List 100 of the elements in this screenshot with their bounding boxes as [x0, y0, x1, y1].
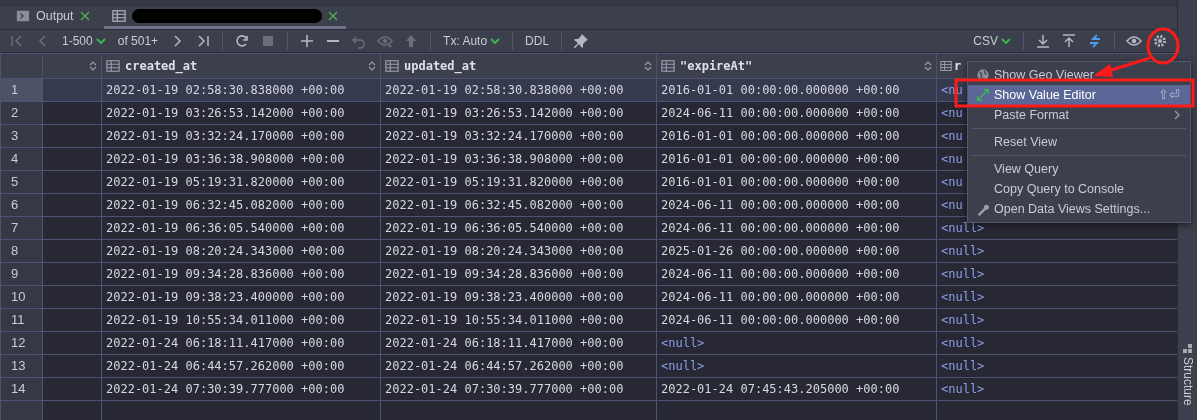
table-cell: 2024-06-11 00:00:00.000000 +00:00	[661, 289, 900, 304]
table-cell: <null>	[661, 335, 705, 350]
close-icon[interactable]	[327, 11, 338, 22]
table-cell: <nu	[941, 174, 963, 189]
row-number[interactable]: 4	[11, 151, 19, 166]
table-icon	[661, 58, 675, 73]
table-icon	[111, 9, 126, 24]
upload-icon	[1061, 32, 1077, 49]
row-number[interactable]: 1	[11, 82, 19, 97]
table-cell: 2022-01-19 09:38:23.400000 +00:00	[385, 289, 624, 304]
table-cell: 2022-01-24 06:18:11.417000 +00:00	[385, 335, 624, 350]
table-cell: 2022-01-24 07:30:39.777000 +00:00	[385, 381, 624, 396]
format-dropdown[interactable]: CSV	[967, 31, 1017, 50]
table-cell: 2025-01-26 00:00:00.000000 +00:00	[661, 243, 900, 258]
compare-icon	[1087, 32, 1103, 49]
first-page-icon	[9, 32, 25, 49]
table-cell: 2022-01-19 03:36:38.908000 +00:00	[385, 151, 624, 166]
table-cell: <null>	[941, 266, 985, 281]
table-cell: 2022-01-19 05:19:31.820000 +00:00	[106, 174, 345, 189]
sort-icon[interactable]	[89, 60, 97, 73]
column-header[interactable]: updated_at	[404, 56, 477, 75]
column-header[interactable]: "expireAt"	[680, 56, 753, 75]
sort-icon[interactable]	[368, 59, 376, 72]
structure-tab[interactable]: Structure	[1178, 357, 1197, 406]
page-range-dropdown[interactable]: 1-500	[56, 31, 112, 50]
table-cell: 2022-01-19 08:20:24.343000 +00:00	[385, 243, 624, 258]
sort-icon[interactable]	[644, 59, 652, 72]
table-cell: 2022-01-24 07:30:39.777000 +00:00	[106, 381, 345, 396]
row-number[interactable]: 8	[11, 243, 19, 258]
table-cell: <null>	[661, 358, 705, 373]
pin-icon	[573, 32, 590, 49]
table-cell: 2022-01-19 09:34:28.836000 +00:00	[106, 266, 345, 281]
table-cell: 2016-01-01 00:00:00.000000 +00:00	[661, 174, 900, 189]
console-icon	[16, 9, 30, 24]
table-cell: 2024-06-11 00:00:00.000000 +00:00	[661, 312, 900, 327]
globe-icon	[976, 68, 990, 82]
tab[interactable]	[103, 7, 346, 29]
ddl-button[interactable]: DDL	[519, 31, 556, 50]
table-cell: 2024-06-11 00:00:00.000000 +00:00	[661, 197, 900, 212]
caret-icon	[1001, 36, 1011, 45]
structure-icon	[1183, 344, 1192, 354]
table-cell: 2016-01-01 00:00:00.000000 +00:00	[661, 128, 900, 143]
settings-icon	[1152, 32, 1168, 49]
table-cell: 2022-01-19 09:34:28.836000 +00:00	[385, 266, 624, 281]
menu-item[interactable]: Open Data Views Settings...	[968, 199, 1190, 219]
row-number[interactable]: 5	[11, 174, 19, 189]
table-cell: 2022-01-24 06:44:57.262000 +00:00	[106, 358, 345, 373]
add-row-icon	[299, 32, 316, 49]
table-cell: 2024-06-11 00:00:00.000000 +00:00	[661, 105, 900, 120]
last-page-icon	[195, 32, 212, 49]
table-cell: 2022-01-19 06:32:45.082000 +00:00	[106, 197, 345, 212]
table-cell: <null>	[941, 220, 985, 235]
table-cell: <null>	[941, 381, 985, 396]
table-cell: 2022-01-19 02:58:30.838000 +00:00	[106, 82, 345, 97]
table-cell: 2022-01-19 03:32:24.170000 +00:00	[385, 128, 624, 143]
sort-icon[interactable]	[924, 59, 932, 72]
menu-item[interactable]: Copy Query to Console	[968, 179, 1190, 199]
table-cell: 2016-01-01 00:00:00.000000 +00:00	[661, 151, 900, 166]
menu-item[interactable]: Paste Format	[968, 105, 1190, 125]
refresh-icon	[234, 32, 251, 49]
row-number[interactable]: 2	[11, 105, 19, 120]
row-number[interactable]: 3	[11, 128, 19, 143]
table-cell: 2022-01-19 03:26:53.142000 +00:00	[106, 105, 345, 120]
transaction-mode-dropdown[interactable]: Tx: Auto	[437, 31, 507, 50]
table-cell: 2022-01-19 03:32:24.170000 +00:00	[106, 128, 345, 143]
menu-item[interactable]: Reset View	[968, 132, 1190, 152]
table-cell: 2022-01-19 08:20:24.343000 +00:00	[106, 243, 345, 258]
shortcut-hint: ⇧⏎	[1158, 86, 1180, 104]
table-cell: 2024-06-11 00:00:00.000000 +00:00	[661, 266, 900, 281]
menu-item[interactable]: View Query	[968, 159, 1190, 179]
close-icon[interactable]	[79, 11, 90, 22]
row-number[interactable]: 9	[11, 266, 19, 281]
table-cell: <null>	[941, 312, 985, 327]
table-icon	[385, 58, 399, 73]
row-number[interactable]: 6	[11, 197, 19, 212]
tab[interactable]: Output	[8, 7, 98, 29]
table-cell: <nu	[941, 128, 963, 143]
table-cell: <null>	[941, 289, 985, 304]
table-cell: 2024-06-11 00:00:00.000000 +00:00	[661, 220, 900, 235]
menu-item[interactable]: Show Value Editor ⇧⏎	[968, 85, 1190, 105]
row-number[interactable]: 7	[11, 220, 19, 235]
table-cell: 2022-01-19 06:36:05.540000 +00:00	[106, 220, 345, 235]
table-cell: <null>	[941, 243, 985, 258]
caret-icon	[95, 36, 106, 45]
table-cell: <null>	[941, 335, 985, 350]
column-header[interactable]: r	[954, 56, 962, 75]
table-cell: 2016-01-01 00:00:00.000000 +00:00	[661, 82, 900, 97]
table-cell: 2022-01-19 09:38:23.400000 +00:00	[106, 289, 345, 304]
table-cell: 2022-01-19 10:55:34.011000 +00:00	[106, 312, 345, 327]
table-icon	[106, 58, 120, 73]
table-icon	[940, 59, 952, 72]
table-cell: 2022-01-19 06:32:45.082000 +00:00	[385, 197, 624, 212]
table-cell: 2022-01-19 03:26:53.142000 +00:00	[385, 105, 624, 120]
table-cell: <null>	[941, 358, 985, 373]
remove-row-icon	[327, 39, 340, 42]
table-cell: <nu	[941, 151, 963, 166]
annotation-circle	[1146, 27, 1180, 65]
column-header[interactable]: created_at	[125, 56, 198, 75]
expand-icon	[976, 88, 990, 102]
table-cell: 2022-01-24 06:18:11.417000 +00:00	[106, 335, 345, 350]
